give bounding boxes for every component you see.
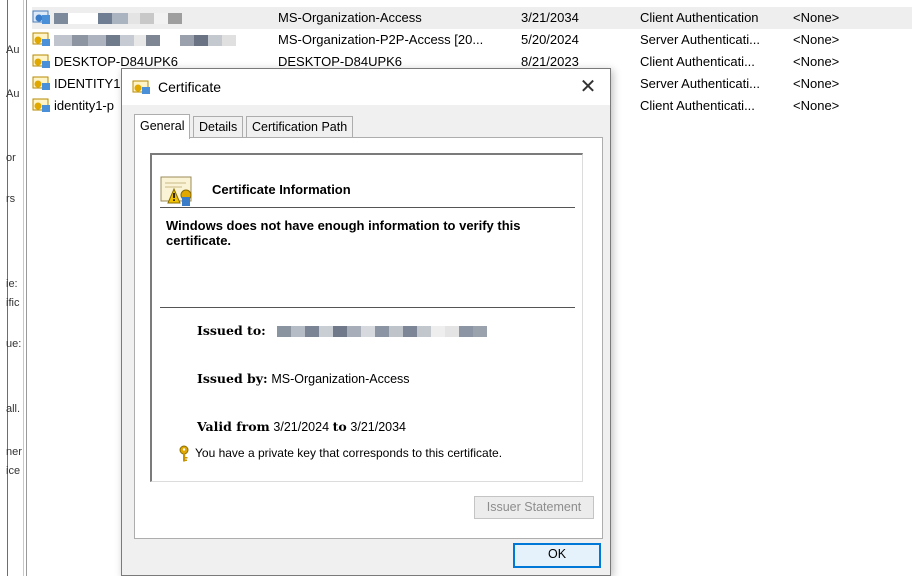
intended-purpose-cell: Client Authentication [640, 10, 759, 25]
ok-button[interactable]: OK [513, 543, 601, 568]
private-key-row: You have a private key that corresponds … [177, 445, 502, 463]
tab-general[interactable]: General [134, 114, 191, 139]
friendly-name-cell: <None> [793, 54, 840, 69]
intended-purpose-cell: Client Authenticati... [640, 54, 755, 69]
expiration-cell: 8/21/2023 [521, 54, 579, 69]
divider [160, 307, 575, 308]
valid-to-label: to [332, 419, 347, 434]
intended-purpose-cell: Client Authenticati... [640, 98, 755, 113]
validity-row: Valid from 3/21/2024 to 3/21/2034 [197, 419, 406, 434]
certificate-key-icon [32, 76, 50, 90]
issued-to-row: Issued to: [197, 323, 488, 338]
certificate-name-redacted [54, 32, 272, 47]
tree-fragment[interactable]: Au [6, 44, 19, 56]
certificate-key-icon [32, 98, 50, 112]
tree-fragment[interactable]: rs [6, 193, 15, 205]
issued-to-label: Issued to: [197, 323, 266, 338]
dialog-title: Certificate [158, 79, 222, 95]
console-tree-pane: Au Au or rs ie: ific ue: all. ner ice [0, 0, 24, 576]
certificate-icon [32, 10, 50, 24]
certificate-info-box: Certificate Information Windows does not… [150, 153, 583, 482]
friendly-name-cell: <None> [793, 98, 840, 113]
certificate-row[interactable]: MS-Organization-Access 3/21/2034 Client … [32, 7, 912, 29]
tab-details[interactable]: Details [193, 116, 244, 138]
certificate-icon [132, 80, 150, 94]
issued-by-row: Issued by: MS-Organization-Access [197, 371, 410, 386]
general-tab-panel: Certificate Information Windows does not… [134, 137, 603, 539]
tab-certification-path[interactable]: Certification Path [246, 116, 354, 138]
tree-fragment[interactable]: ue: [6, 338, 21, 350]
certificate-name-cell: DESKTOP-D84UPK6 [54, 54, 179, 69]
issued-by-cell: MS-Organization-P2P-Access [20... [278, 32, 484, 47]
certificate-key-icon [32, 54, 50, 68]
intended-purpose-cell: Server Authenticati... [640, 32, 760, 47]
issued-by-cell: DESKTOP-D84UPK6 [278, 54, 403, 69]
expiration-cell: 5/20/2024 [521, 32, 579, 47]
intended-purpose-cell: Server Authenticati... [640, 76, 760, 91]
verification-warning: Windows does not have enough information… [166, 218, 521, 248]
valid-from-label: Valid from [197, 419, 270, 434]
certificate-key-icon [32, 32, 50, 46]
issued-by-cell: MS-Organization-Access [278, 10, 422, 25]
certificate-info-heading: Certificate Information [212, 182, 351, 197]
friendly-name-cell: <None> [793, 76, 840, 91]
key-icon [179, 445, 189, 462]
close-icon[interactable]: ✕ [574, 73, 602, 101]
issued-by-label: Issued by: [197, 371, 268, 386]
tree-fragment[interactable]: ner [6, 446, 22, 458]
certificate-icon [160, 176, 192, 206]
dialog-titlebar[interactable]: Certificate ✕ [122, 69, 610, 105]
tree-fragment[interactable]: all. [6, 403, 20, 415]
friendly-name-cell: <None> [793, 32, 840, 47]
valid-from-value: 3/21/2024 [273, 420, 330, 434]
pane-divider [26, 0, 27, 576]
tree-fragment[interactable]: ific [6, 297, 19, 309]
expiration-cell: 3/21/2034 [521, 10, 579, 25]
certificate-name-redacted [54, 10, 272, 25]
valid-to-value: 3/21/2034 [350, 420, 406, 434]
private-key-note: You have a private key that corresponds … [195, 446, 503, 461]
issued-by-value: MS-Organization-Access [271, 372, 410, 386]
tree-fragment[interactable]: ie: [6, 278, 18, 290]
issuer-statement-button[interactable]: Issuer Statement [474, 496, 594, 519]
issued-to-value-redacted [277, 324, 488, 338]
certificate-dialog: Certificate ✕ General Details Certificat… [121, 68, 611, 576]
certificate-row[interactable]: MS-Organization-P2P-Access [20... 5/20/2… [32, 29, 912, 51]
divider [160, 207, 575, 208]
friendly-name-cell: <None> [793, 10, 840, 25]
tree-fragment[interactable]: ice [6, 465, 20, 477]
tree-fragment[interactable]: or [6, 152, 16, 164]
tree-fragment[interactable]: Au [6, 88, 19, 100]
